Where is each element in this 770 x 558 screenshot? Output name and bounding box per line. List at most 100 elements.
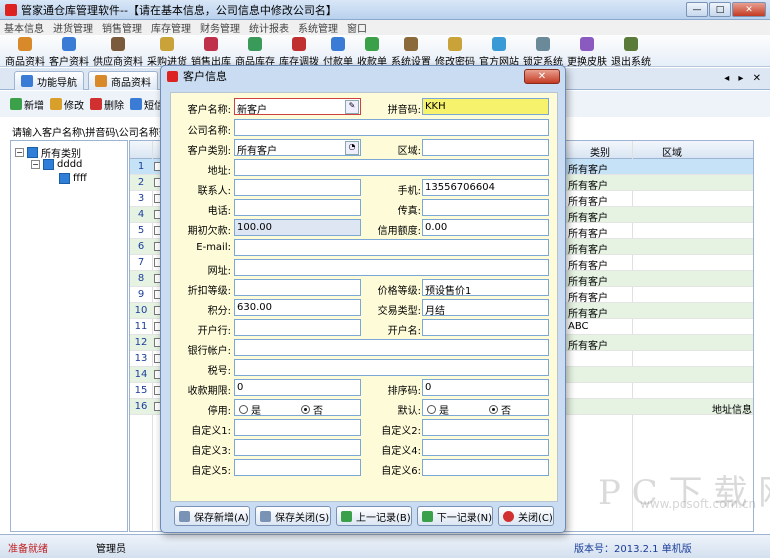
pinyin-input[interactable]: KKH xyxy=(422,98,549,115)
add-button[interactable]: 新增 xyxy=(10,97,44,112)
fax-input[interactable] xyxy=(422,199,549,216)
credit-limit-input[interactable]: 0.00 xyxy=(422,219,549,236)
tax-number-input[interactable] xyxy=(234,359,549,376)
toolbar-label: 客户资料 xyxy=(49,57,89,68)
mobile-input[interactable]: 13556706604 xyxy=(422,179,549,196)
custom1-input[interactable] xyxy=(234,419,361,436)
customer-type-select[interactable]: 所有客户 ◔ xyxy=(234,139,361,156)
label-fax: 传真: xyxy=(397,206,421,217)
menu-sales[interactable]: 销售管理 xyxy=(102,20,142,35)
toolbar-button-6[interactable]: 库存调拨 xyxy=(279,35,319,68)
toolbar-button-5[interactable]: 商品库存 xyxy=(235,35,275,68)
trade-type-select[interactable]: 月结 xyxy=(422,299,549,316)
custom3-input[interactable] xyxy=(234,439,361,456)
custom2-input[interactable] xyxy=(422,419,549,436)
arrow-down-icon xyxy=(422,510,433,522)
toolbar-button-12[interactable]: 锁定系统 xyxy=(523,35,563,68)
button-label: 保存新增(A) xyxy=(194,512,249,524)
toolbar-icon xyxy=(248,37,262,51)
row-number: 6 xyxy=(137,241,145,252)
payment-period-input[interactable]: 0 xyxy=(234,379,361,396)
tab-navigation-arrows[interactable]: ◂ ▸ ✕ xyxy=(724,73,764,84)
prev-record-button[interactable]: 上一记录(B) xyxy=(336,506,412,526)
menu-purchase[interactable]: 进货管理 xyxy=(53,20,93,35)
phone-input[interactable] xyxy=(234,199,361,216)
toolbar-button-2[interactable]: 供应商资料 xyxy=(93,35,143,68)
toolbar-button-14[interactable]: 退出系统 xyxy=(611,35,651,68)
label-phone: 电话: xyxy=(207,206,231,217)
row-number: 11 xyxy=(134,321,148,332)
bank-account-input[interactable] xyxy=(234,339,549,356)
default-no-radio[interactable]: 否 xyxy=(489,402,511,417)
company-input[interactable] xyxy=(234,119,549,136)
custom4-input[interactable] xyxy=(422,439,549,456)
toolbar-label: 退出系统 xyxy=(611,57,651,68)
col-type-header[interactable]: 类别 xyxy=(590,144,610,159)
toolbar-button-1[interactable]: 客户资料 xyxy=(49,35,89,68)
website-input[interactable] xyxy=(234,259,549,276)
bank-input[interactable] xyxy=(234,319,361,336)
toolbar-button-7[interactable]: 付款单 xyxy=(323,35,353,68)
disabled-yes-radio[interactable]: 是 xyxy=(239,402,261,417)
tab-product-info[interactable]: 商品资料 xyxy=(88,71,158,90)
address-input[interactable] xyxy=(234,159,549,176)
default-yes-radio[interactable]: 是 xyxy=(427,402,449,417)
save-close-button[interactable]: 保存关闭(S) xyxy=(255,506,331,526)
cell-type: 所有客户 xyxy=(568,229,608,240)
initial-debt-input[interactable]: 100.00 xyxy=(234,219,361,236)
toolbar-icon xyxy=(111,37,125,51)
toolbar-icon xyxy=(331,37,345,51)
cell-type: 所有客户 xyxy=(568,341,608,352)
customer-name-input[interactable]: 新客户 ✎ xyxy=(234,98,361,115)
menu-reports[interactable]: 统计报表 xyxy=(249,20,289,35)
next-record-button[interactable]: 下一记录(N) xyxy=(417,506,493,526)
discount-level-input[interactable] xyxy=(234,279,361,296)
label-bank: 开户行: xyxy=(197,326,231,337)
collapse-icon[interactable]: − xyxy=(31,160,40,169)
tree-node-ffff[interactable]: ffff xyxy=(59,173,87,184)
toolbar-button-0[interactable]: 商品资料 xyxy=(5,35,45,68)
menu-stock[interactable]: 库存管理 xyxy=(151,20,191,35)
tree-node-root[interactable]: − 所有类别 xyxy=(15,145,81,160)
toolbar-button-4[interactable]: 销售出库 xyxy=(191,35,231,68)
menu-window[interactable]: 窗口 xyxy=(347,20,367,35)
maximize-button[interactable]: □ xyxy=(709,2,731,17)
price-level-select[interactable]: 预设售价1 xyxy=(422,279,549,296)
collapse-icon[interactable]: − xyxy=(15,148,24,157)
save-new-button[interactable]: 保存新增(A) xyxy=(174,506,250,526)
account-name-input[interactable] xyxy=(422,319,549,336)
toolbar-button-13[interactable]: 更换皮肤 xyxy=(567,35,607,68)
tab-function-nav[interactable]: 功能导航 xyxy=(14,71,84,90)
email-input[interactable] xyxy=(234,239,549,256)
points-input[interactable]: 630.00 xyxy=(234,299,361,316)
edit-icon[interactable]: ✎ xyxy=(345,100,359,114)
contact-input[interactable] xyxy=(234,179,361,196)
label-initdebt: 期初欠款: xyxy=(187,226,231,237)
sms-button[interactable]: 短信 xyxy=(130,97,164,112)
disabled-no-radio[interactable]: 否 xyxy=(301,402,323,417)
menu-basic-info[interactable]: 基本信息 xyxy=(4,20,44,35)
menu-finance[interactable]: 财务管理 xyxy=(200,20,240,35)
toolbar-button-11[interactable]: 官方网站 xyxy=(479,35,519,68)
row-number: 10 xyxy=(134,305,148,316)
menu-system[interactable]: 系统管理 xyxy=(298,20,338,35)
toolbar-button-10[interactable]: 修改密码 xyxy=(435,35,475,68)
custom6-input[interactable] xyxy=(422,459,549,476)
dialog-close-button[interactable]: ✕ xyxy=(524,69,560,84)
edit-button[interactable]: 修改 xyxy=(50,97,84,112)
custom5-input[interactable] xyxy=(234,459,361,476)
minimize-button[interactable]: — xyxy=(686,2,708,17)
toolbar-button-8[interactable]: 收款单 xyxy=(357,35,387,68)
toolbar-icon xyxy=(492,37,506,51)
toolbar-button-3[interactable]: 采购进货 xyxy=(147,35,187,68)
region-input[interactable] xyxy=(422,139,549,156)
tree-node-dddd[interactable]: − dddd xyxy=(31,159,82,170)
close-button[interactable]: 关闭(C) xyxy=(498,506,554,526)
toolbar-button-9[interactable]: 系统设置 xyxy=(391,35,431,68)
sort-code-input[interactable]: 0 xyxy=(422,379,549,396)
close-window-button[interactable]: ✕ xyxy=(732,2,766,17)
delete-button[interactable]: 删除 xyxy=(90,97,124,112)
lookup-icon[interactable]: ◔ xyxy=(345,141,359,155)
button-label: 下一记录(N) xyxy=(436,512,492,524)
col-area-header[interactable]: 区域 xyxy=(662,144,682,159)
